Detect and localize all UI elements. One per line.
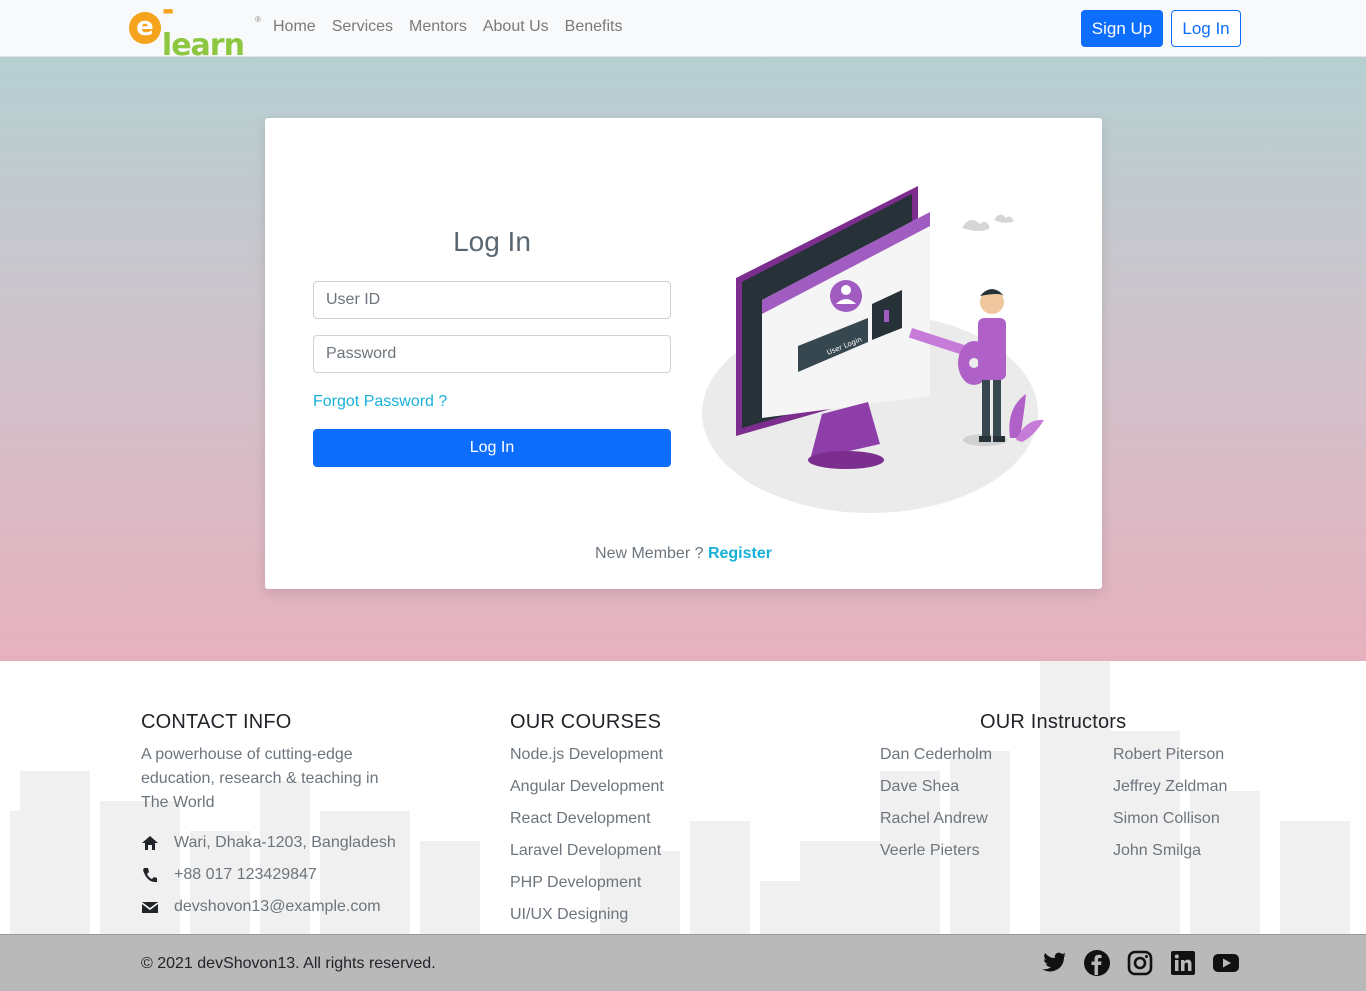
contact-phone: +88 017 123429847 (141, 863, 411, 887)
instructors-column: OUR Instructors Dan Cederholm Robert Pit… (880, 711, 1240, 863)
linkedin-icon[interactable] (1169, 949, 1197, 977)
instructors-heading: OUR Instructors (980, 711, 1127, 733)
signup-button[interactable]: Sign Up (1081, 10, 1163, 47)
new-member-text: New Member ? (595, 545, 704, 562)
hero-section: Log In Forgot Password ? Log In User Log… (0, 57, 1366, 661)
copyright-text: © 2021 devShovon13. All rights reserved. (141, 955, 436, 972)
course-link-php[interactable]: PHP Development (510, 871, 760, 895)
social-links (1040, 949, 1240, 977)
navbar: e -learn ® Home Services Mentors About U… (0, 0, 1366, 63)
instructor-name[interactable]: Simon Collison (1113, 807, 1243, 831)
footer: CONTACT INFO A powerhouse of cutting-edg… (0, 661, 1366, 934)
course-link-react[interactable]: React Development (510, 807, 760, 831)
login-title: Log In (453, 226, 531, 257)
contact-email: devshovon13@example.com (141, 895, 411, 919)
nav-link-mentors[interactable]: Mentors (409, 18, 467, 36)
instructor-name[interactable]: John Smilga (1113, 839, 1243, 863)
contact-description: A powerhouse of cutting-edge education, … (141, 746, 379, 811)
forgot-password-link[interactable]: Forgot Password ? (313, 393, 447, 411)
login-illustration: User Login (702, 186, 1044, 513)
address-text: Wari, Dhaka-1203, Bangladesh (174, 834, 396, 851)
logo-trademark: ® (255, 15, 261, 24)
envelope-icon (141, 902, 159, 913)
login-card: Log In Forgot Password ? Log In User Log… (265, 118, 1102, 589)
instructor-name[interactable]: Robert Piterson (1113, 743, 1243, 767)
logo-text: -learn (161, 0, 245, 63)
course-link-angular[interactable]: Angular Development (510, 775, 760, 799)
phone-icon (143, 868, 157, 883)
instagram-icon[interactable] (1126, 949, 1154, 977)
email-text[interactable]: devshovon13@example.com (174, 895, 381, 919)
footer-bottom-bar: © 2021 devShovon13. All rights reserved. (0, 934, 1366, 991)
courses-column: OUR COURSES Node.js Development Angular … (510, 711, 760, 934)
elearn-logo[interactable]: e -learn ® (129, 0, 261, 63)
logo-letter: e (129, 12, 161, 44)
new-member-line: New Member ? Register (265, 545, 1102, 563)
login-submit-button[interactable]: Log In (313, 429, 671, 467)
contact-info-column: CONTACT INFO A powerhouse of cutting-edg… (141, 711, 411, 919)
instructor-name[interactable]: Dave Shea (880, 775, 1113, 799)
courses-heading: OUR COURSES (510, 711, 662, 733)
instructor-name[interactable]: Jeffrey Zeldman (1113, 775, 1243, 799)
phone-text: +88 017 123429847 (174, 866, 317, 883)
nav-link-benefits[interactable]: Benefits (565, 18, 623, 36)
register-link[interactable]: Register (708, 545, 772, 562)
twitter-icon[interactable] (1040, 949, 1068, 977)
course-link-nodejs[interactable]: Node.js Development (510, 743, 760, 767)
password-input[interactable] (313, 335, 671, 373)
course-link-uiux[interactable]: UI/UX Designing (510, 903, 760, 927)
instructor-name[interactable]: Veerle Pieters (880, 839, 1113, 863)
course-link-laravel[interactable]: Laravel Development (510, 839, 760, 863)
instructor-name[interactable]: Rachel Andrew (880, 807, 1113, 831)
user-id-input[interactable] (313, 281, 671, 319)
nav-link-about-us[interactable]: About Us (483, 18, 549, 36)
facebook-icon[interactable] (1083, 949, 1111, 977)
nav-link-home[interactable]: Home (273, 18, 316, 36)
nav-login-button[interactable]: Log In (1171, 10, 1241, 47)
instructor-name[interactable]: Dan Cederholm (880, 743, 1113, 767)
contact-address: Wari, Dhaka-1203, Bangladesh (141, 831, 411, 855)
main-nav: Home Services Mentors About Us Benefits (273, 18, 622, 36)
contact-info-heading: CONTACT INFO (141, 711, 292, 733)
nav-link-services[interactable]: Services (332, 18, 393, 36)
youtube-icon[interactable] (1212, 949, 1240, 977)
home-icon (142, 836, 158, 850)
